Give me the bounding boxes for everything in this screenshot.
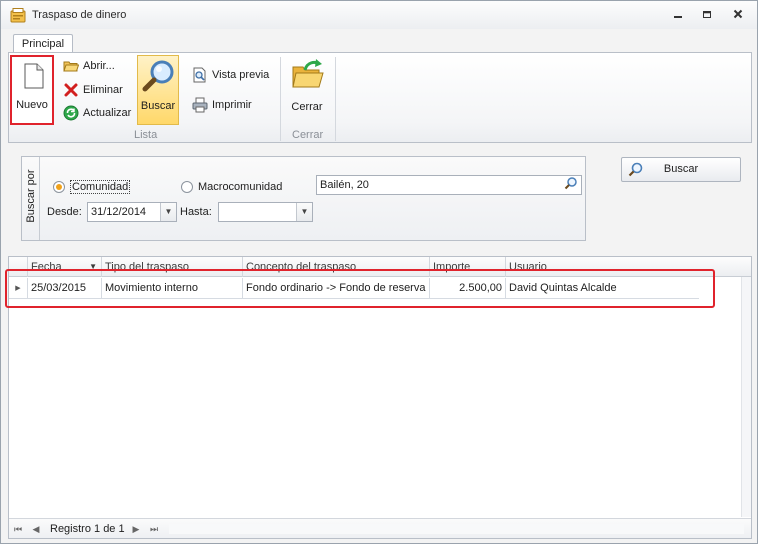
grid-header: Fecha ▼ Tipo del traspaso Concepto del t… xyxy=(9,257,751,277)
radio-unselected-icon xyxy=(181,181,193,193)
buscar-button[interactable]: Buscar xyxy=(621,157,741,182)
radio-comunidad[interactable]: Comunidad xyxy=(53,179,131,195)
print-preview-icon xyxy=(193,67,206,83)
prev-record-icon[interactable]: ◀ xyxy=(29,521,43,537)
tab-principal[interactable]: Principal xyxy=(13,34,73,54)
column-header-fecha[interactable]: Fecha ▼ xyxy=(27,257,101,277)
delete-icon xyxy=(64,83,78,97)
first-record-icon[interactable]: ⏮ xyxy=(11,521,25,537)
buscar-ribbon-label: Buscar xyxy=(140,100,176,112)
desde-date-field[interactable]: 31/12/2014 ▼ xyxy=(87,202,177,222)
restore-icon[interactable] xyxy=(697,7,717,23)
record-navigator: ⏮ ◀ Registro 1 de 1 ▶ ⏭ xyxy=(9,518,751,538)
group-label-lista: Lista xyxy=(134,129,158,141)
column-header-usuario[interactable]: Usuario xyxy=(505,257,699,277)
radio-macrocomunidad[interactable]: Macrocomunidad xyxy=(181,179,282,195)
cell-fecha[interactable]: 25/03/2015 xyxy=(27,278,101,299)
abrir-label: Abrir... xyxy=(83,60,115,72)
refresh-icon xyxy=(63,105,79,121)
hasta-date-field[interactable]: ▼ xyxy=(218,202,313,222)
actualizar-label: Actualizar xyxy=(83,107,132,119)
column-header-concepto[interactable]: Concepto del traspaso xyxy=(242,257,429,277)
search-input[interactable]: Bailén, 20 xyxy=(316,175,582,195)
ribbon-tab-strip: Principal xyxy=(1,29,757,54)
nuevo-button[interactable]: Nuevo xyxy=(10,55,54,125)
abrir-button[interactable]: Abrir... xyxy=(61,57,115,75)
eliminar-label: Eliminar xyxy=(83,84,123,96)
column-header-importe[interactable]: Importe xyxy=(429,257,505,277)
search-panel: Buscar por Comunidad Macrocomunidad Bail… xyxy=(21,156,586,241)
cell-concepto[interactable]: Fondo ordinario -> Fondo de reserva xyxy=(242,278,429,299)
window-title: Traspaso de dinero xyxy=(32,9,127,21)
desde-value: 31/12/2014 xyxy=(91,206,147,218)
eliminar-button[interactable]: Eliminar xyxy=(61,81,123,99)
buscar-por-text: Buscar por xyxy=(25,169,37,223)
printer-icon xyxy=(192,97,208,113)
vista-previa-button[interactable]: Vista previa xyxy=(190,66,269,84)
ribbon: Nuevo Abrir... Eliminar Actualizar Busca… xyxy=(8,52,752,143)
app-icon xyxy=(10,8,26,23)
buscar-por-label: Buscar por xyxy=(22,157,40,240)
nuevo-label: Nuevo xyxy=(16,99,48,111)
desde-label: Desde: xyxy=(47,206,82,218)
sort-down-icon: ▼ xyxy=(89,262,97,271)
last-record-icon[interactable]: ⏭ xyxy=(147,521,161,537)
open-folder-icon xyxy=(63,61,79,72)
search-icon[interactable] xyxy=(561,176,581,194)
hasta-label: Hasta: xyxy=(180,206,212,218)
minimize-icon[interactable] xyxy=(668,7,688,23)
magnifier-icon xyxy=(142,60,174,92)
actualizar-button[interactable]: Actualizar xyxy=(61,104,131,122)
cerrar-button[interactable]: Cerrar xyxy=(287,55,327,125)
radio-selected-icon xyxy=(53,181,65,193)
search-input-value: Bailén, 20 xyxy=(320,179,369,191)
buscar-ribbon-button[interactable]: Buscar xyxy=(137,55,179,125)
horizontal-scrollbar[interactable] xyxy=(169,524,744,534)
buscar-button-label: Buscar xyxy=(663,163,699,175)
close-icon[interactable] xyxy=(728,7,748,23)
cell-usuario[interactable]: David Quintas Alcalde xyxy=(505,278,699,299)
new-document-icon xyxy=(24,63,44,89)
cerrar-label: Cerrar xyxy=(291,101,323,113)
exit-folder-icon xyxy=(292,59,324,88)
imprimir-button[interactable]: Imprimir xyxy=(190,96,252,114)
column-header-tipo[interactable]: Tipo del traspaso xyxy=(101,257,242,277)
record-count: Registro 1 de 1 xyxy=(50,523,125,535)
group-label-cerrar: Cerrar xyxy=(292,129,324,141)
title-bar: Traspaso de dinero xyxy=(1,1,757,29)
traspasos-grid: Fecha ▼ Tipo del traspaso Concepto del t… xyxy=(8,256,752,539)
next-record-icon[interactable]: ▶ xyxy=(129,521,143,537)
group-divider xyxy=(280,57,281,141)
radio-macrocomunidad-label: Macrocomunidad xyxy=(198,181,283,193)
table-row[interactable]: ▶ 25/03/2015 Movimiento interno Fondo or… xyxy=(9,278,699,299)
cell-tipo[interactable]: Movimiento interno xyxy=(101,278,242,299)
chevron-down-icon[interactable]: ▼ xyxy=(296,203,312,221)
imprimir-label: Imprimir xyxy=(212,99,252,111)
magnifier-icon xyxy=(628,162,643,177)
vista-previa-label: Vista previa xyxy=(212,69,270,81)
row-indicator-header xyxy=(9,257,27,277)
row-indicator-icon: ▶ xyxy=(15,285,21,292)
chevron-down-icon[interactable]: ▼ xyxy=(160,203,176,221)
vertical-scrollbar[interactable] xyxy=(741,277,751,517)
radio-comunidad-label: Comunidad xyxy=(70,180,131,194)
group-divider xyxy=(335,57,336,141)
traspaso-window: Traspaso de dinero Principal Nuevo Abrir… xyxy=(0,0,758,544)
cell-importe[interactable]: 2.500,00 xyxy=(429,278,505,299)
